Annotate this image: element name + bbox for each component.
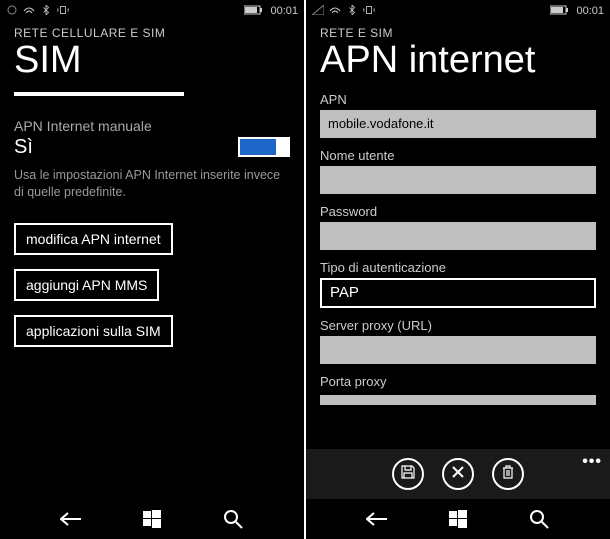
- back-icon[interactable]: [58, 506, 84, 532]
- signal-icon: [312, 5, 324, 18]
- proxy-port-input[interactable]: [320, 395, 596, 405]
- battery-icon: [550, 5, 570, 18]
- bluetooth-icon: [346, 5, 358, 18]
- page-title: APN internet: [320, 40, 596, 82]
- search-icon[interactable]: [526, 506, 552, 532]
- search-icon[interactable]: [220, 506, 246, 532]
- sim-apps-button[interactable]: applicazioni sulla SIM: [14, 315, 173, 347]
- apn-label: APN: [320, 92, 596, 107]
- username-input[interactable]: [320, 166, 596, 194]
- cancel-button[interactable]: [442, 458, 474, 490]
- apn-input[interactable]: [320, 110, 596, 138]
- add-mms-apn-button[interactable]: aggiungi APN MMS: [14, 269, 159, 301]
- divider: [14, 92, 184, 96]
- delete-button[interactable]: [492, 458, 524, 490]
- bluetooth-icon: [40, 5, 52, 18]
- screen-apn-internet: 00:01 RETE E SIM APN internet APN Nome u…: [306, 0, 610, 539]
- vibrate-icon: [57, 5, 69, 18]
- manual-apn-label: APN Internet manuale: [14, 118, 290, 134]
- breadcrumb: RETE CELLULARE E SIM: [14, 26, 290, 40]
- status-bar: 00:01: [306, 0, 610, 22]
- password-input[interactable]: [320, 222, 596, 250]
- more-button[interactable]: •••: [582, 453, 602, 471]
- modify-apn-button[interactable]: modifica APN internet: [14, 223, 173, 255]
- username-label: Nome utente: [320, 148, 596, 163]
- save-icon: [401, 465, 415, 484]
- nav-bar: [0, 499, 304, 539]
- save-button[interactable]: [392, 458, 424, 490]
- vibrate-icon: [363, 5, 375, 18]
- page-title: SIM: [14, 40, 290, 82]
- status-bar: 00:01: [0, 0, 304, 22]
- auth-type-label: Tipo di autenticazione: [320, 260, 596, 275]
- proxy-port-label: Porta proxy: [320, 374, 596, 389]
- back-icon[interactable]: [364, 506, 390, 532]
- windows-icon[interactable]: [139, 506, 165, 532]
- auth-type-select[interactable]: PAP: [320, 278, 596, 308]
- proxy-url-label: Server proxy (URL): [320, 318, 596, 333]
- proxy-url-input[interactable]: [320, 336, 596, 364]
- wifi-icon: [23, 5, 35, 18]
- screen-sim-settings: 00:01 RETE CELLULARE E SIM SIM APN Inter…: [0, 0, 304, 539]
- windows-icon[interactable]: [445, 506, 471, 532]
- clock: 00:01: [576, 5, 604, 17]
- manual-apn-value: Sì: [14, 136, 33, 159]
- password-label: Password: [320, 204, 596, 219]
- auth-type-value: PAP: [330, 284, 359, 301]
- manual-apn-toggle[interactable]: [238, 137, 290, 157]
- app-bar: •••: [306, 449, 610, 499]
- breadcrumb: RETE E SIM: [320, 26, 596, 40]
- wifi-icon: [329, 5, 341, 18]
- signal-icon: [6, 5, 18, 18]
- battery-icon: [244, 5, 264, 18]
- close-icon: [452, 465, 464, 483]
- nav-bar: [306, 499, 610, 539]
- clock: 00:01: [270, 5, 298, 17]
- trash-icon: [502, 465, 514, 484]
- manual-apn-description: Usa le impostazioni APN Internet inserit…: [14, 167, 290, 201]
